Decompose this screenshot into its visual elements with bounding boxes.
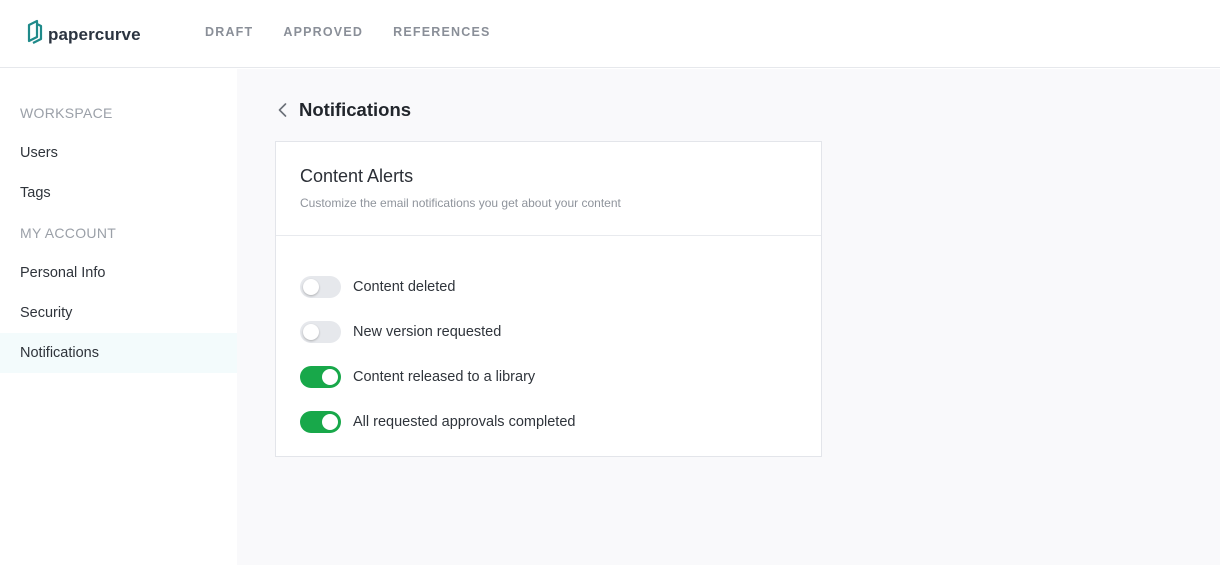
setting-label: All requested approvals completed bbox=[353, 413, 576, 430]
brand-logo[interactable]: papercurve bbox=[26, 19, 141, 50]
chevron-left-icon[interactable] bbox=[275, 99, 289, 121]
content-alerts-card: Content Alerts Customize the email notif… bbox=[275, 141, 822, 457]
setting-label: Content released to a library bbox=[353, 368, 536, 385]
toggle-knob bbox=[303, 323, 319, 340]
toggle-new-version-requested[interactable] bbox=[300, 320, 341, 343]
toggle-approvals-completed[interactable] bbox=[300, 410, 341, 433]
setting-row-content-released: Content released to a library bbox=[276, 354, 821, 399]
toggle-knob bbox=[303, 278, 319, 295]
setting-row-new-version-requested: New version requested bbox=[276, 309, 821, 354]
top-bar: papercurve DRAFT APPROVED REFERENCES bbox=[0, 0, 1220, 68]
sidebar-item-tags[interactable]: Tags bbox=[0, 173, 237, 213]
toggle-content-released[interactable] bbox=[300, 365, 341, 388]
setting-label: Content deleted bbox=[353, 278, 456, 295]
topnav-draft[interactable]: DRAFT bbox=[205, 25, 253, 39]
card-title: Content Alerts bbox=[300, 166, 414, 186]
sidebar-item-security[interactable]: Security bbox=[0, 293, 237, 333]
sidebar: WORKSPACE Users Tags MY ACCOUNT Personal… bbox=[0, 69, 237, 565]
main-content: Notifications Content Alerts Customize t… bbox=[237, 69, 1220, 565]
card-subtitle: Customize the email notifications you ge… bbox=[300, 196, 621, 210]
toggle-knob bbox=[322, 413, 338, 430]
setting-row-content-deleted: Content deleted bbox=[276, 264, 821, 309]
brand-name: papercurve bbox=[48, 24, 141, 44]
page-title: Notifications bbox=[299, 99, 412, 120]
top-nav: DRAFT APPROVED REFERENCES bbox=[205, 25, 491, 39]
sidebar-heading-my-account: MY ACCOUNT bbox=[20, 225, 117, 241]
toggle-content-deleted[interactable] bbox=[300, 275, 341, 298]
sidebar-item-users[interactable]: Users bbox=[0, 133, 237, 173]
sidebar-item-personal-info[interactable]: Personal Info bbox=[0, 253, 237, 293]
papercurve-logo-icon bbox=[26, 19, 44, 50]
sidebar-item-notifications[interactable]: Notifications bbox=[0, 333, 237, 373]
card-header: Content Alerts Customize the email notif… bbox=[276, 142, 821, 236]
topnav-references[interactable]: REFERENCES bbox=[393, 25, 490, 39]
sidebar-heading-workspace: WORKSPACE bbox=[20, 105, 113, 121]
settings-list: Content deleted New version requested Co… bbox=[276, 236, 821, 444]
topnav-approved[interactable]: APPROVED bbox=[283, 25, 363, 39]
toggle-knob bbox=[322, 368, 338, 385]
setting-label: New version requested bbox=[353, 323, 502, 340]
setting-row-approvals-completed: All requested approvals completed bbox=[276, 399, 821, 444]
page-header: Notifications bbox=[275, 99, 411, 121]
